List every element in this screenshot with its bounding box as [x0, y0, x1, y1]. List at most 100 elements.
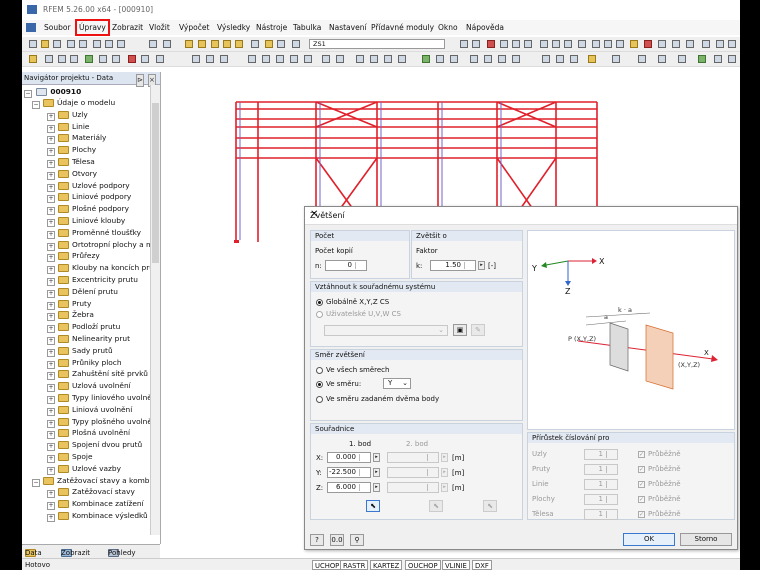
node-tool-icon[interactable] [29, 55, 37, 63]
tree-item[interactable]: + Plošná uvolnění [47, 427, 130, 440]
connect-tool-icon[interactable] [262, 55, 270, 63]
tree-item[interactable]: + Linie [47, 121, 89, 133]
expand-icon[interactable]: + [47, 384, 55, 393]
tree-item[interactable]: − Zatěžovací stavy a kombina [32, 475, 158, 487]
tree-item[interactable]: + Spoje [47, 451, 93, 463]
animation-icon[interactable] [524, 40, 532, 48]
continuous-checkbox[interactable]: ✓ [638, 451, 645, 458]
point2-y-menu-icon[interactable]: ▸ [441, 468, 448, 477]
expand-icon[interactable]: + [47, 419, 55, 428]
factor-input[interactable]: 1.50 [430, 260, 476, 271]
tree-item[interactable]: + Liniové klouby [47, 215, 125, 227]
expand-icon[interactable]: + [47, 219, 55, 227]
direction-select[interactable]: Y ⌄ [383, 378, 411, 389]
tree-item[interactable]: + Excentricity prutu [47, 274, 138, 286]
expand-icon[interactable]: + [47, 242, 55, 251]
expand-icon[interactable]: + [47, 195, 55, 204]
panel-toggle-icon[interactable] [728, 55, 736, 63]
copy-icon[interactable] [105, 40, 113, 48]
point1-x-input[interactable]: 0.000 [327, 452, 371, 463]
edit-cs-button[interactable]: ✎ [471, 324, 485, 336]
section-cut-icon[interactable] [556, 55, 564, 63]
expand-icon[interactable]: + [47, 207, 55, 216]
tree-item[interactable]: + Ortotropní plochy a me [47, 239, 158, 251]
tree-item[interactable]: + Plošné podpory [47, 203, 129, 216]
radio-direction[interactable] [316, 381, 323, 388]
visibility-icon[interactable] [498, 55, 506, 63]
new-icon[interactable] [29, 40, 37, 48]
paste-icon[interactable] [117, 40, 125, 48]
tree-item[interactable]: + Kombinace výsledků [47, 510, 148, 522]
menu-zobrazit[interactable]: Zobrazit [112, 23, 143, 32]
next-loadcase-icon[interactable] [472, 40, 480, 48]
expand-icon[interactable]: + [47, 466, 55, 475]
wind-icon[interactable] [436, 55, 444, 63]
tree-item[interactable]: + Uzlové vazby [47, 463, 121, 475]
zoom-window-icon[interactable] [211, 40, 219, 48]
rotate-tool-icon[interactable] [206, 55, 214, 63]
undo-icon[interactable] [149, 40, 157, 48]
point2-y-input[interactable] [387, 467, 439, 478]
print-icon[interactable] [67, 40, 75, 48]
polyline-tool-icon[interactable] [70, 55, 78, 63]
expand-icon[interactable]: + [47, 431, 55, 440]
tree-item[interactable]: + Materiály [47, 132, 106, 145]
arc-tool-icon[interactable] [58, 55, 66, 63]
status-vlinie[interactable]: VLINIE [442, 560, 470, 570]
pick-point1-button[interactable]: ⬉ [366, 500, 380, 512]
tree-item[interactable]: + Kombinace zatížení [47, 498, 144, 511]
dimension-icon[interactable] [716, 40, 724, 48]
snow-icon[interactable] [450, 55, 458, 63]
pick-point2-button[interactable]: ⬉ [429, 500, 443, 512]
tree-item[interactable]: − Údaje o modelu [32, 97, 115, 109]
clip-icon[interactable] [235, 40, 243, 48]
tree-item[interactable]: + Liniová uvolnění [47, 404, 132, 416]
tree-item[interactable]: + Typy plošného uvolnění [47, 416, 158, 428]
coord-system-icon[interactable] [638, 55, 646, 63]
show-results-icon[interactable] [487, 40, 495, 48]
solid-view-icon[interactable] [604, 40, 612, 48]
values-icon[interactable] [500, 40, 508, 48]
results-icon[interactable] [265, 40, 273, 48]
increment-input[interactable]: 1 [584, 449, 618, 460]
view-z-icon[interactable] [564, 40, 572, 48]
increment-input[interactable]: 1 [584, 479, 618, 490]
pick-both-button[interactable]: ⬉ [483, 500, 497, 512]
deformation-icon[interactable] [512, 40, 520, 48]
menu-tabulka[interactable]: Tabulka [293, 23, 321, 32]
expand-icon[interactable]: + [47, 124, 55, 133]
expand-icon[interactable]: + [47, 490, 55, 499]
menu-vlozit[interactable]: Vložit [149, 23, 170, 32]
mesh-icon[interactable] [542, 55, 550, 63]
scale-tool-icon[interactable] [304, 55, 312, 63]
scrollbar-thumb[interactable] [152, 103, 159, 263]
expand-icon[interactable]: + [47, 360, 55, 369]
increment-input[interactable]: 1 [584, 464, 618, 475]
radio-all-directions[interactable] [316, 367, 323, 374]
tree-item[interactable]: + Nelinearity prut [47, 333, 130, 345]
line-tool-icon[interactable] [45, 55, 53, 63]
check-icon[interactable] [470, 55, 478, 63]
render-icon[interactable] [185, 40, 193, 48]
prev-loadcase-icon[interactable] [460, 40, 468, 48]
expand-icon[interactable]: + [47, 372, 55, 381]
increment-input[interactable]: 1 [584, 494, 618, 505]
tree-item[interactable]: + Sady prutů [47, 345, 113, 357]
select-icon[interactable] [630, 40, 638, 48]
expand-icon[interactable]: + [47, 348, 55, 357]
expand-icon[interactable]: + [47, 443, 55, 452]
transparent-view-icon[interactable] [616, 40, 624, 48]
tree-item[interactable]: + Žebra [47, 309, 94, 322]
more-icon[interactable] [728, 40, 736, 48]
expand-icon[interactable]: + [47, 254, 55, 263]
tree-item[interactable]: + Dělení prutu [47, 286, 118, 298]
tree-item[interactable]: + Klouby na koncích prutů [47, 262, 158, 275]
cut-icon[interactable] [93, 40, 101, 48]
collapse-icon[interactable]: − [32, 478, 40, 487]
report-icon[interactable] [588, 55, 596, 63]
zoom-all-icon[interactable] [198, 40, 206, 48]
increment-input[interactable]: 1 [584, 509, 618, 520]
point1-x-menu-icon[interactable]: ▸ [373, 453, 380, 462]
surface-tool-icon[interactable] [99, 55, 107, 63]
point2-z-input[interactable] [387, 482, 439, 493]
